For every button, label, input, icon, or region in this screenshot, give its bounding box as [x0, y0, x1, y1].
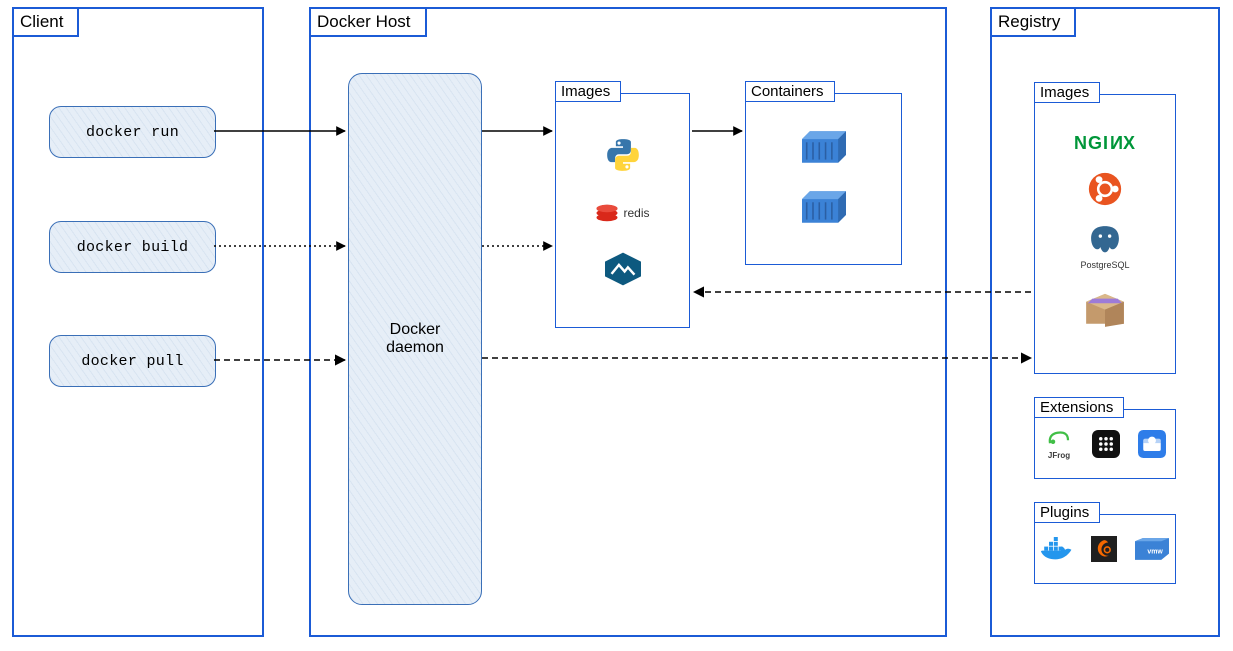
client-title: Client — [14, 9, 79, 37]
redis-icon: redis — [595, 202, 649, 224]
registry-plugins-label: Plugins — [1034, 502, 1100, 523]
docker-plugin-icon — [1041, 536, 1073, 562]
cmd-text: docker run — [86, 124, 179, 141]
package-icon — [1083, 288, 1127, 328]
cmd-docker-run: docker run — [49, 106, 216, 158]
host-images-label: Images — [555, 81, 621, 102]
svg-text:vmw: vmw — [1147, 549, 1163, 556]
registry-extensions-label: Extensions — [1034, 397, 1124, 418]
grafana-icon — [1091, 536, 1117, 562]
docker-host-title: Docker Host — [311, 9, 427, 37]
jfrog-icon: JFrog — [1044, 429, 1074, 460]
host-containers-label: Containers — [745, 81, 835, 102]
registry-title: Registry — [992, 9, 1076, 37]
cmd-text: docker pull — [81, 353, 183, 370]
docker-architecture-diagram: Client docker run docker build docker pu… — [0, 0, 1233, 651]
registry-images-label: Images — [1034, 82, 1100, 103]
host-containers-box — [745, 93, 902, 265]
container-icon — [802, 130, 846, 164]
registry-extensions-box: JFrog — [1034, 409, 1176, 479]
ubuntu-icon — [1088, 172, 1122, 206]
alpine-icon — [605, 252, 641, 286]
vmware-icon: vmw — [1135, 537, 1169, 561]
cmd-text: docker build — [77, 239, 189, 256]
cmd-docker-pull: docker pull — [49, 335, 216, 387]
cmd-docker-build: docker build — [49, 221, 216, 273]
registry-plugins-box: vmw — [1034, 514, 1176, 584]
registry-images-box: NGINX PostgreSQL — [1034, 94, 1176, 374]
client-panel: Client — [12, 7, 264, 637]
nginx-icon: NGINX — [1074, 133, 1136, 154]
docker-daemon-label: Docker daemon — [386, 321, 444, 357]
container-icon — [802, 190, 846, 224]
host-images-box: redis — [555, 93, 690, 328]
python-icon — [604, 136, 642, 174]
snyk-icon — [1138, 430, 1166, 458]
postgresql-icon: PostgreSQL — [1080, 224, 1129, 270]
portainer-icon — [1092, 430, 1120, 458]
docker-daemon-box: Docker daemon — [348, 73, 482, 605]
